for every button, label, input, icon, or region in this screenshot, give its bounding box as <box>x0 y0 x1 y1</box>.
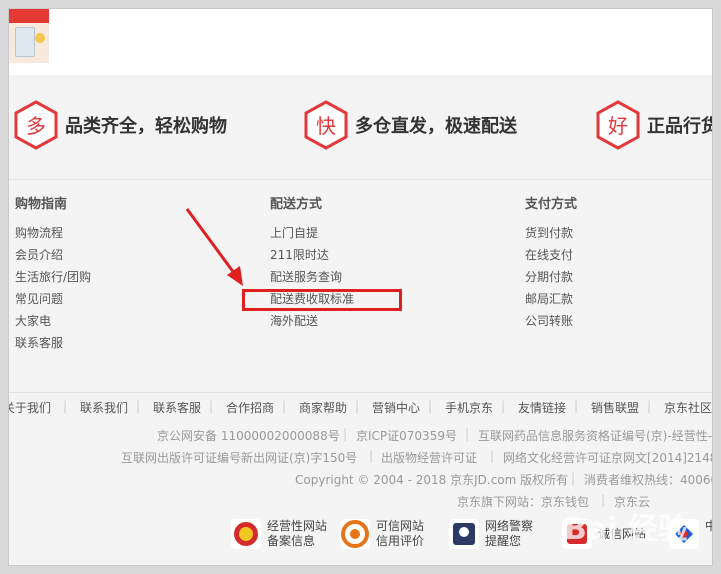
svg-text:好: 好 <box>608 114 628 138</box>
link-installment[interactable]: 分期付款 <box>525 266 712 288</box>
link-cash-on-delivery[interactable]: 货到付款 <box>525 222 712 244</box>
icp-license[interactable]: 京ICP证070359号 <box>356 427 457 444</box>
link-membership[interactable]: 会员介绍 <box>15 244 215 266</box>
copyright: Copyright © 2004 - 2018 京东JD.com 版权所有 <box>295 473 569 487</box>
trusted-site-icon <box>340 519 370 549</box>
cyber-police-icon <box>449 519 479 549</box>
column-shopping-guide: 购物指南 购物流程 会员介绍 生活旅行/团购 常见问题 大家电 联系客服 <box>15 194 215 354</box>
feature-label: 多仓直发，极速配送 <box>355 116 517 137</box>
link-merchant-help[interactable]: 商家帮助 <box>299 399 347 416</box>
drug-info-license[interactable]: 互联网药品信息服务资格证编号(京)-经营性- <box>478 427 712 444</box>
link-online-payment[interactable]: 在线支付 <box>525 244 712 266</box>
column-heading: 配送方式 <box>270 197 323 212</box>
hexagon-icon: 多 <box>14 100 58 150</box>
column-heading: 购物指南 <box>15 197 68 212</box>
svg-text:快: 快 <box>316 114 336 138</box>
divider <box>9 179 712 180</box>
feature-label: 品类齐全，轻松购物 <box>65 116 227 137</box>
hotline: 消费者维权热线：40060 <box>584 473 713 487</box>
hexagon-icon: 好 <box>596 100 640 150</box>
link-shopping-process[interactable]: 购物流程 <box>15 222 215 244</box>
link-211-delivery[interactable]: 211限时达 <box>270 244 470 266</box>
link-overseas-delivery[interactable]: 海外配送 <box>270 310 470 332</box>
link-travel-group[interactable]: 生活旅行/团购 <box>15 266 215 288</box>
link-business-cooperation[interactable]: 合作招商 <box>226 399 274 416</box>
link-customer-service[interactable]: 联系客服 <box>153 399 201 416</box>
svg-text:多: 多 <box>26 114 46 138</box>
link-company-transfer[interactable]: 公司转账 <box>525 310 712 332</box>
link-delivery-query[interactable]: 配送服务查询 <box>270 266 470 288</box>
service-features: 多 品类齐全，轻松购物 快 多仓直发，极速配送 好 正品行货 <box>9 75 713 180</box>
watermark: Bai 经验 <box>564 512 688 547</box>
link-contact-service[interactable]: 联系客服 <box>15 332 215 354</box>
column-delivery: 配送方式 上门自提 211限时达 配送服务查询 配送费收取标准 海外配送 <box>270 194 470 332</box>
link-about-us[interactable]: 关于我们 <box>9 399 51 416</box>
police-record[interactable]: 京公网安备 11000002000088号 <box>157 427 340 444</box>
publication-license[interactable]: 出版物经营许可证 <box>381 449 477 466</box>
link-friendly-links[interactable]: 友情链接 <box>518 399 566 416</box>
top-banner-area <box>9 9 712 75</box>
link-appliances[interactable]: 大家电 <box>15 310 215 332</box>
link-jd-community[interactable]: 京东社区 <box>664 399 712 416</box>
column-payment: 支付方式 货到付款 在线支付 分期付款 邮局汇款 公司转账 <box>525 194 712 332</box>
page-frame: 多 品类齐全，轻松购物 快 多仓直发，极速配送 好 正品行货 购物指南 购物流程… <box>8 8 713 566</box>
link-post-remittance[interactable]: 邮局汇款 <box>525 288 712 310</box>
highlight-box <box>242 289 402 311</box>
product-thumbnail[interactable] <box>9 9 49 63</box>
column-heading: 支付方式 <box>525 197 578 212</box>
link-self-pickup[interactable]: 上门自提 <box>270 222 470 244</box>
police-emblem-icon <box>231 519 261 549</box>
link-contact-us[interactable]: 联系我们 <box>80 399 128 416</box>
footer-links-bar: 关于我们 | 联系我们 | 联系客服 | 合作招商 | 商家帮助 | 营销中心 … <box>9 392 712 417</box>
link-faq[interactable]: 常见问题 <box>15 288 215 310</box>
link-mobile-jd[interactable]: 手机京东 <box>445 399 493 416</box>
hexagon-icon: 快 <box>304 100 348 150</box>
link-marketing-center[interactable]: 营销中心 <box>372 399 420 416</box>
publishing-license[interactable]: 互联网出版许可证编号新出网证(京)字150号 <box>121 449 357 466</box>
culture-license[interactable]: 网络文化经营许可证京网文[2014]2148 <box>503 449 712 466</box>
link-sales-alliance[interactable]: 销售联盟 <box>591 399 639 416</box>
feature-label: 正品行货 <box>647 116 713 137</box>
